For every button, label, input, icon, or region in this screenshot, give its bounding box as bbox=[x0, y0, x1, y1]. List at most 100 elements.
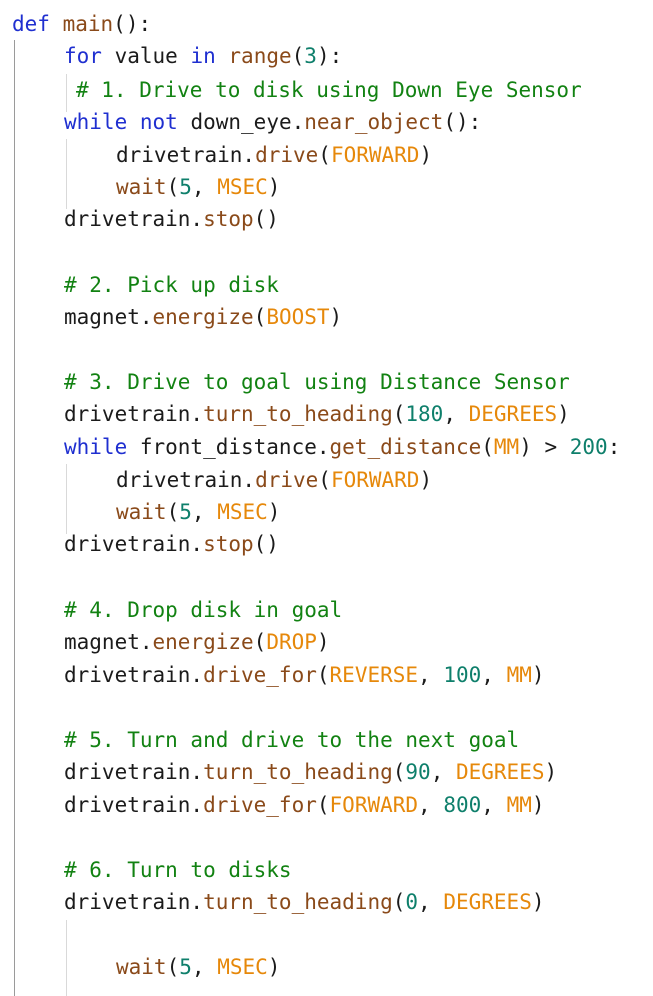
code-line[interactable]: magnet.energize(DROP) bbox=[64, 626, 330, 658]
code-line[interactable]: drivetrain.drive_for(REVERSE, 100, MM) bbox=[64, 659, 545, 691]
code-line[interactable]: # 6. Turn to disks bbox=[64, 854, 292, 886]
code-token: # 1. Drive to disk using Down Eye Sensor bbox=[76, 78, 582, 102]
code-token: ) bbox=[329, 305, 343, 329]
code-token: , bbox=[418, 890, 444, 914]
code-line[interactable]: wait(5, MSEC) bbox=[116, 496, 280, 528]
code-token: ) bbox=[267, 175, 281, 199]
code-token: ( bbox=[481, 435, 494, 459]
code-token: # 2. Pick up disk bbox=[64, 273, 279, 297]
code-line[interactable]: drivetrain.drive(FORWARD) bbox=[116, 464, 432, 496]
code-token: 5 bbox=[179, 500, 192, 524]
code-token: while bbox=[64, 435, 128, 459]
code-token: drivetrain. bbox=[116, 143, 256, 167]
indent-guide bbox=[66, 464, 67, 534]
code-token: for bbox=[64, 44, 102, 68]
code-token: range bbox=[228, 44, 292, 68]
code-token: ) bbox=[531, 663, 545, 687]
code-token: drive bbox=[255, 143, 319, 167]
code-token: MM bbox=[506, 663, 532, 687]
code-token: 3 bbox=[304, 44, 317, 68]
code-line[interactable]: for value in range(3): bbox=[64, 40, 342, 72]
code-line[interactable]: # 3. Drive to goal using Distance Sensor bbox=[64, 366, 570, 398]
code-line[interactable]: while not down_eye.near_object(): bbox=[64, 106, 481, 138]
code-token: value bbox=[101, 44, 191, 68]
code-token: DEGREES bbox=[443, 890, 532, 914]
code-token: 100 bbox=[443, 663, 482, 687]
code-token: ( bbox=[392, 890, 406, 914]
code-token: magnet. bbox=[64, 305, 153, 329]
code-line[interactable]: drivetrain.stop() bbox=[64, 528, 279, 560]
code-token: () bbox=[253, 532, 279, 556]
code-token: not bbox=[139, 110, 178, 134]
code-token: ) bbox=[531, 793, 545, 817]
code-token: ) bbox=[544, 760, 558, 784]
code-token: energize bbox=[152, 630, 254, 654]
code-token: get_distance bbox=[329, 435, 482, 459]
code-token: ( bbox=[166, 955, 180, 979]
code-token: ( bbox=[316, 793, 330, 817]
code-token: stop bbox=[203, 532, 254, 556]
code-token: ) bbox=[267, 500, 281, 524]
code-token: drivetrain. bbox=[64, 532, 204, 556]
code-token: , bbox=[191, 955, 218, 979]
code-token: drivetrain. bbox=[116, 468, 256, 492]
code-token: ( bbox=[392, 760, 406, 784]
code-line[interactable]: magnet.energize(BOOST) bbox=[64, 301, 342, 333]
code-token: drivetrain. bbox=[64, 402, 204, 426]
indent-guide bbox=[66, 139, 67, 209]
code-token: , bbox=[481, 663, 507, 687]
code-line[interactable]: wait(5, MSEC) bbox=[116, 951, 280, 983]
code-token: drive_for bbox=[203, 663, 317, 687]
indent-guide bbox=[14, 40, 15, 996]
code-line[interactable]: def main(): bbox=[12, 8, 151, 40]
code-line[interactable]: while front_distance.get_distance(MM) > … bbox=[64, 431, 620, 463]
code-line[interactable]: wait(5, MSEC) bbox=[116, 171, 280, 203]
code-token: drive_for bbox=[203, 793, 317, 817]
code-token: 90 bbox=[405, 760, 431, 784]
code-token: ) bbox=[316, 630, 330, 654]
code-token: FORWARD bbox=[330, 468, 420, 492]
code-token: drivetrain. bbox=[64, 890, 204, 914]
code-token: ( bbox=[166, 500, 180, 524]
code-line[interactable]: # 1. Drive to disk using Down Eye Sensor bbox=[76, 74, 582, 106]
code-token: ( bbox=[291, 44, 305, 68]
code-line[interactable]: drivetrain.turn_to_heading(90, DEGREES) bbox=[64, 756, 557, 788]
code-token: MSEC bbox=[217, 175, 268, 199]
code-token: near_object bbox=[304, 110, 444, 134]
code-token: 0 bbox=[405, 890, 419, 914]
code-token: ) bbox=[419, 143, 433, 167]
code-line[interactable]: drivetrain.drive(FORWARD) bbox=[116, 139, 432, 171]
code-token: turn_to_heading bbox=[203, 760, 393, 784]
code-token: stop bbox=[203, 207, 254, 231]
code-token: # 3. Drive to goal using Distance Sensor bbox=[64, 370, 570, 394]
code-token: front_distance. bbox=[127, 435, 330, 459]
code-token: , bbox=[443, 402, 469, 426]
code-line[interactable]: drivetrain.drive_for(FORWARD, 800, MM) bbox=[64, 789, 545, 821]
code-token: down_eye. bbox=[177, 110, 305, 134]
code-token: # 6. Turn to disks bbox=[64, 858, 292, 882]
code-token: REVERSE bbox=[329, 663, 419, 687]
code-token: ) bbox=[267, 955, 281, 979]
code-token: ) bbox=[531, 890, 545, 914]
code-token: def bbox=[12, 12, 50, 36]
code-line[interactable]: # 5. Turn and drive to the next goal bbox=[64, 724, 519, 756]
code-token: DEGREES bbox=[468, 402, 558, 426]
code-token: 800 bbox=[443, 793, 482, 817]
code-token: MM bbox=[506, 793, 532, 817]
code-line[interactable]: drivetrain.turn_to_heading(180, DEGREES) bbox=[64, 398, 570, 430]
code-line[interactable]: drivetrain.stop() bbox=[64, 203, 279, 235]
code-line[interactable]: # 2. Pick up disk bbox=[64, 269, 279, 301]
code-token: , bbox=[418, 663, 444, 687]
code-editor[interactable]: def main(): for value in range(3): # 1. Dr… bbox=[0, 0, 653, 996]
code-token: ): bbox=[316, 44, 343, 68]
code-token: , bbox=[430, 760, 456, 784]
code-line[interactable]: drivetrain.turn_to_heading(0, DEGREES) bbox=[64, 886, 545, 918]
code-token: ( bbox=[318, 143, 331, 167]
code-token: ) bbox=[419, 468, 433, 492]
code-token: # 5. Turn and drive to the next goal bbox=[64, 728, 520, 752]
code-token: wait bbox=[116, 175, 167, 199]
code-line[interactable]: # 4. Drop disk in goal bbox=[64, 594, 342, 626]
